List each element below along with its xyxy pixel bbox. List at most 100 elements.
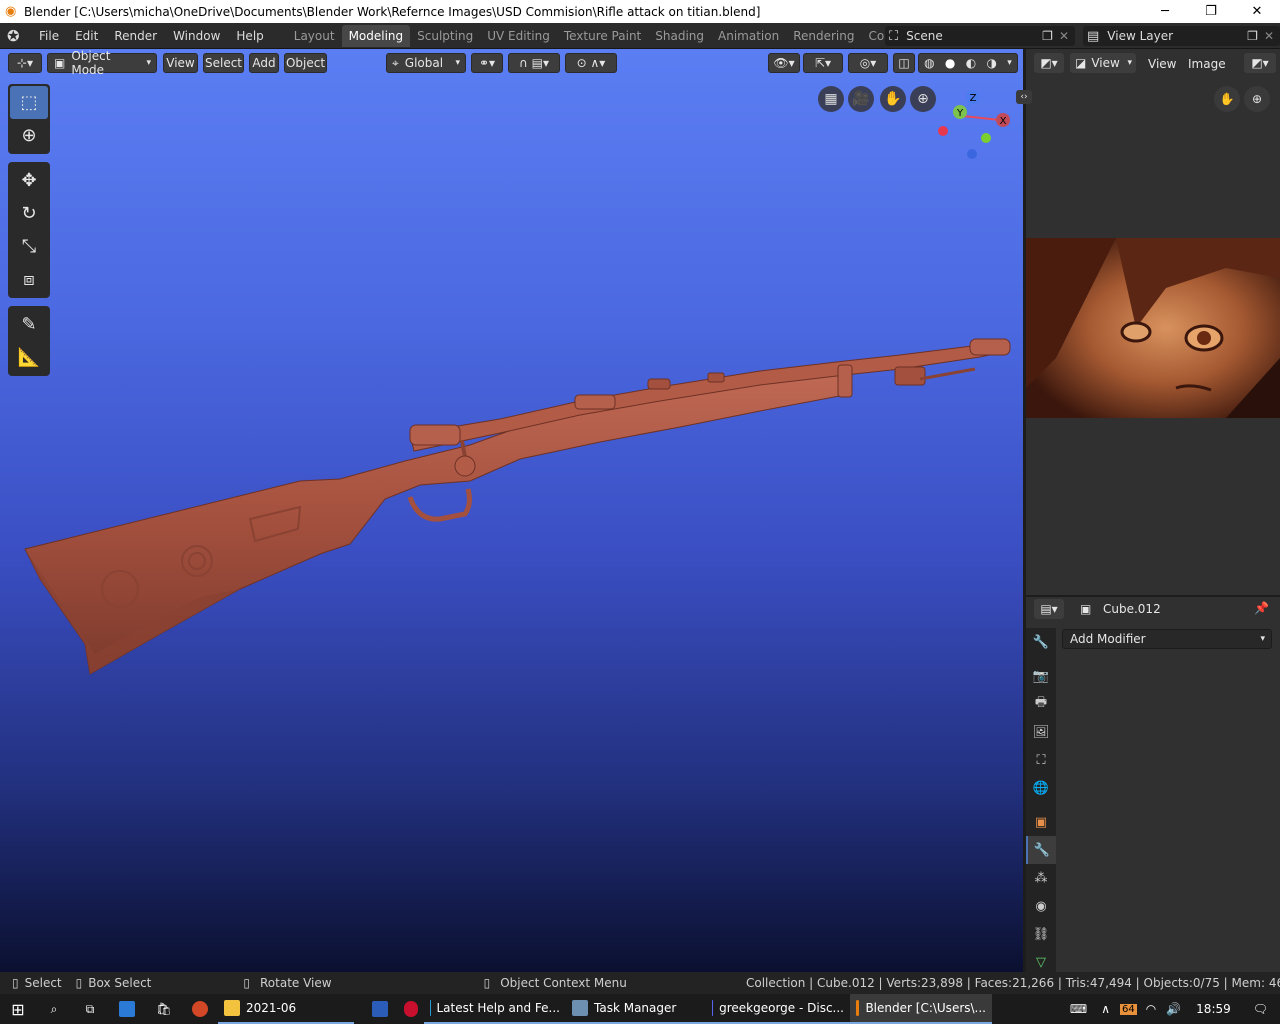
tab-modifiers[interactable]: 🔧 [1026,836,1056,864]
word-app[interactable] [362,994,398,1024]
image-menu[interactable]: Image [1188,57,1226,71]
tab-physics[interactable]: ◉ [1026,892,1056,920]
image-editor[interactable]: ◩▾ ◪ View ▾ View Image ◩▾ ✋ ⊕ [1026,49,1280,595]
tab-particles[interactable]: ⁂ [1026,864,1056,892]
image-view-menu[interactable]: View [1148,57,1176,71]
menu-render[interactable]: Render [106,25,165,47]
app-red[interactable] [398,994,424,1024]
camera-view-button[interactable]: 🎥 [848,86,874,112]
image-editor-mode-selector[interactable]: ◪ View ▾ [1070,53,1136,73]
mail-app[interactable] [108,994,146,1024]
move-tool[interactable]: ✥ [10,164,48,197]
3d-viewport[interactable] [0,49,1023,972]
minimize-button[interactable]: ─ [1142,0,1188,23]
overlay-toggle-button[interactable]: ◎▾ [848,53,888,73]
close-button[interactable]: ✕ [1234,0,1280,23]
wireframe-shading-icon[interactable]: ◍ [924,56,934,70]
navigation-gizmo[interactable]: Z Y X [930,86,1020,166]
select-menu[interactable]: Select [203,53,244,73]
task-manager-icon [572,1000,588,1016]
wifi-icon[interactable]: ◠ [1141,1002,1161,1016]
object-menu[interactable]: Object [284,53,327,73]
tab-output[interactable]: 🖶 [1026,690,1056,718]
select-box-tool[interactable]: ⬚ [10,86,48,119]
add-menu[interactable]: Add [249,53,279,73]
remove-scene-icon[interactable]: ✕ [1059,29,1075,43]
mode-selector[interactable]: ▣ Object Mode ▾ [47,49,157,77]
taskbar-blender[interactable]: Blender [C:\Users\... [850,994,992,1024]
tab-constraints[interactable]: ⛓ [1026,920,1056,948]
editor-type-button[interactable]: ⊹▾ [8,53,42,73]
material-shading-icon[interactable]: ◐ [966,56,976,70]
snapping-button[interactable]: ∩ ▤▾ [508,53,560,73]
taskbar-edge[interactable]: Latest Help and Fe... [424,994,566,1024]
tab-view-layer[interactable]: 🖼 [1026,718,1056,746]
menu-file[interactable]: File [31,25,67,47]
chevron-up-icon[interactable]: ∧ [1095,1002,1116,1016]
clock[interactable]: 18:59 [1186,1002,1241,1016]
gizmo-toggle-button[interactable]: ⇱▾ [803,53,843,73]
overlay-icon: ◎▾ [859,56,877,70]
volume-icon[interactable]: 🔊 [1161,1002,1186,1016]
start-button[interactable]: ⊞ [0,994,36,1024]
rotate-tool[interactable]: ↻ [10,197,48,230]
tab-render[interactable]: 📷 [1026,662,1056,690]
new-scene-icon[interactable]: ❐ [1036,29,1059,43]
tab-texture-paint[interactable]: Texture Paint [557,25,648,47]
view-layer-selector[interactable]: ▤ View Layer ❐ ✕ [1083,26,1280,46]
menu-help[interactable]: Help [228,25,271,47]
keyboard-icon[interactable]: ⌨ [1062,1002,1095,1016]
xray-toggle-button[interactable]: ◫ [893,53,915,73]
visibility-button[interactable]: 👁▾ [768,53,800,73]
remove-view-layer-icon[interactable]: ✕ [1264,29,1280,43]
tab-uv-editing[interactable]: UV Editing [480,25,557,47]
tab-animation[interactable]: Animation [711,25,786,47]
solid-shading-icon[interactable]: ● [945,56,955,70]
powerpoint-app[interactable] [182,994,218,1024]
image-zoom-button[interactable]: ⊕ [1244,86,1270,112]
image-pan-button[interactable]: ✋ [1214,86,1240,112]
measure-tool[interactable]: 📐 [10,341,48,374]
menu-window[interactable]: Window [165,25,228,47]
tab-scene[interactable]: ⛶ [1026,746,1056,774]
pivot-point-button[interactable]: ⚭▾ [471,53,503,73]
toggle-perspective-button[interactable]: ▦ [818,86,844,112]
task-view-button[interactable]: ⧉ [72,994,108,1024]
tab-modeling[interactable]: Modeling [341,24,411,47]
tab-world[interactable]: 🌐 [1026,774,1056,802]
sidebar-toggle-icon[interactable]: ‹› [1016,90,1032,104]
transform-tool[interactable]: ⧈ [10,263,48,296]
maximize-button[interactable]: ❐ [1188,0,1234,23]
notification-icon[interactable]: 🗨 [1241,1002,1280,1016]
view-menu[interactable]: View [163,53,198,73]
taskbar-explorer[interactable]: 2021-06 [218,994,354,1024]
taskbar-task-manager[interactable]: Task Manager [566,994,706,1024]
tray-badge[interactable]: 64 [1120,1003,1137,1015]
taskbar-discord[interactable]: greekgeorge - Disc... [706,994,850,1024]
image-editor-type-button[interactable]: ◩▾ [1034,53,1064,73]
pan-view-button[interactable]: ✋ [880,86,906,112]
store-app[interactable]: 🛍 [146,994,182,1024]
tab-sculpting[interactable]: Sculpting [410,25,480,47]
rendered-shading-icon[interactable]: ◑ [986,56,996,70]
menu-edit[interactable]: Edit [67,25,106,47]
cursor-tool[interactable]: ⊕ [10,119,48,152]
search-button[interactable]: ⌕ [36,994,72,1024]
proportional-editing-button[interactable]: ⊙ ∧▾ [565,53,617,73]
scale-tool[interactable]: ⤡ [10,230,48,263]
shading-mode-buttons[interactable]: ◍ ● ◐ ◑ ▾ [918,53,1018,73]
annotate-tool[interactable]: ✎ [10,308,48,341]
tab-tool[interactable]: 🔧 [1026,628,1056,656]
scene-selector[interactable]: ⛶ Scene ❐ ✕ [885,26,1075,46]
tab-shading[interactable]: Shading [648,25,711,47]
new-view-layer-icon[interactable]: ❐ [1241,29,1264,43]
add-modifier-dropdown[interactable]: Add Modifier ▾ [1062,629,1272,649]
tab-object[interactable]: ▣ [1026,808,1056,836]
properties-editor-type-button[interactable]: ▤▾ [1034,599,1064,619]
tab-layout[interactable]: Layout [287,25,342,47]
blender-menu-icon[interactable]: ✪ [7,27,31,45]
pin-icon[interactable]: 📌 [1254,601,1269,615]
browse-image-button[interactable]: ◩▾ [1244,53,1276,73]
transform-orientation-selector[interactable]: ⌖ Global ▾ [386,53,466,73]
tab-rendering[interactable]: Rendering [786,25,861,47]
